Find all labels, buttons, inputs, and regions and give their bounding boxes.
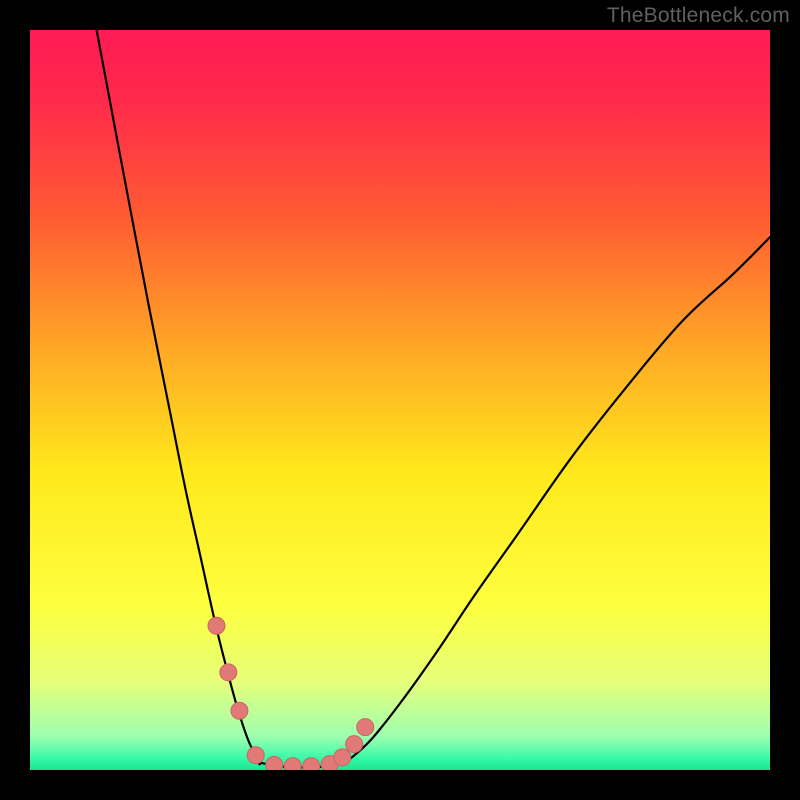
- curve-marker: [231, 702, 248, 719]
- curve-marker: [357, 719, 374, 736]
- outer-frame: TheBottleneck.com: [0, 0, 800, 800]
- curve-marker: [208, 617, 225, 634]
- curve-marker: [334, 749, 351, 766]
- curve-marker: [247, 747, 264, 764]
- gradient-background: [30, 30, 770, 770]
- plot-area: [30, 30, 770, 770]
- watermark-text: TheBottleneck.com: [607, 4, 790, 28]
- curve-marker: [220, 664, 237, 681]
- curve-marker: [346, 736, 363, 753]
- chart-svg: [30, 30, 770, 770]
- curve-marker: [284, 758, 301, 770]
- curve-marker: [303, 758, 320, 770]
- curve-marker: [266, 756, 283, 770]
